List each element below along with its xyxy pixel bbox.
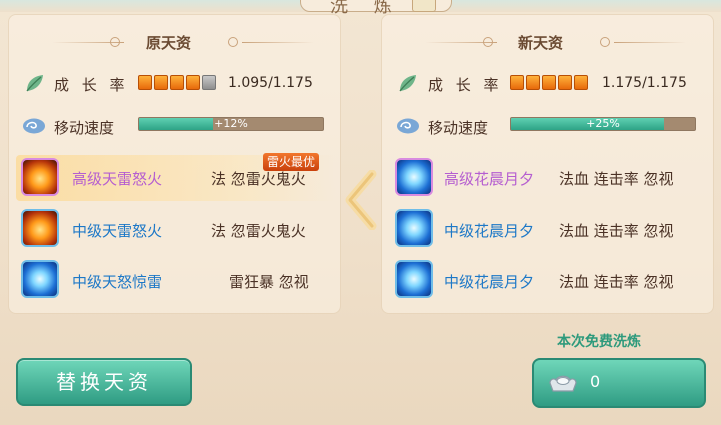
wash-cost: 0 bbox=[590, 372, 601, 391]
thunder-orb-icon[interactable] bbox=[21, 260, 59, 298]
star-filled bbox=[186, 75, 200, 90]
blue-swirl-icon[interactable] bbox=[395, 158, 433, 196]
growth-label: 成 长 率 bbox=[54, 76, 129, 94]
skill-name: 高级花晨月夕 bbox=[444, 170, 535, 188]
leaf-icon bbox=[26, 75, 43, 92]
wash-button[interactable]: 0 bbox=[532, 358, 706, 408]
free-wash-label: 本次免费洗炼 bbox=[557, 334, 641, 350]
best-badge: 雷火最优 bbox=[263, 153, 320, 171]
decoration-dot bbox=[600, 37, 610, 47]
skill-tags: 雷狂暴 忽视 bbox=[229, 273, 309, 291]
star-filled bbox=[526, 75, 540, 90]
wind-icon bbox=[23, 118, 45, 134]
skill-tags: 法血 连击率 忽视 bbox=[559, 222, 674, 240]
chevron-left-icon bbox=[345, 170, 377, 230]
fire-lightning-icon[interactable] bbox=[21, 209, 59, 247]
new-aptitude-title: 新天资 bbox=[518, 34, 564, 52]
skill-tags: 法 忽雷火鬼火 bbox=[211, 222, 306, 240]
speed-label: 移动速度 bbox=[428, 119, 489, 137]
skill-name: 中级天怒惊雷 bbox=[72, 273, 163, 291]
star-filled bbox=[558, 75, 572, 90]
original-aptitude-title: 原天资 bbox=[146, 34, 192, 52]
skill-tags: 法 忽雷火鬼火 bbox=[211, 170, 306, 188]
skill-name: 高级天雷怒火 bbox=[72, 170, 163, 188]
speed-value: +12% bbox=[214, 117, 248, 130]
decoration-dot bbox=[110, 37, 120, 47]
star-filled bbox=[170, 75, 184, 90]
leaf-icon bbox=[399, 75, 416, 92]
star-filled bbox=[154, 75, 168, 90]
decoration-dot bbox=[483, 37, 493, 47]
blue-swirl-icon[interactable] bbox=[395, 260, 433, 298]
wind-icon bbox=[397, 118, 419, 134]
scroll-icon bbox=[412, 0, 436, 12]
speed-label: 移动速度 bbox=[54, 119, 115, 137]
blue-swirl-icon[interactable] bbox=[395, 209, 433, 247]
skill-name: 中级花晨月夕 bbox=[444, 222, 535, 240]
speed-bar: +12% bbox=[138, 117, 324, 131]
growth-stars bbox=[138, 75, 216, 90]
star-filled bbox=[138, 75, 152, 90]
skill-name: 中级天雷怒火 bbox=[72, 222, 163, 240]
title-decoration-right bbox=[614, 42, 686, 43]
silver-ingot-icon bbox=[549, 375, 577, 392]
speed-bar: +25% bbox=[510, 117, 696, 131]
fire-lightning-icon[interactable] bbox=[21, 158, 59, 196]
speed-value: +25% bbox=[586, 117, 620, 130]
star-filled bbox=[574, 75, 588, 90]
title-decoration-right bbox=[242, 42, 314, 43]
skill-tags: 法血 连击率 忽视 bbox=[559, 273, 674, 291]
growth-stars bbox=[510, 75, 588, 90]
star-empty bbox=[202, 75, 216, 90]
skill-name: 中级花晨月夕 bbox=[444, 273, 535, 291]
growth-value: 1.175/1.175 bbox=[602, 75, 687, 91]
replace-aptitude-button[interactable]: 替换天资 bbox=[16, 358, 192, 406]
growth-value: 1.095/1.175 bbox=[228, 75, 313, 91]
star-filled bbox=[542, 75, 556, 90]
growth-label: 成 长 率 bbox=[428, 76, 503, 94]
decoration-dot bbox=[228, 37, 238, 47]
star-filled bbox=[510, 75, 524, 90]
skill-tags: 法血 连击率 忽视 bbox=[559, 170, 674, 188]
